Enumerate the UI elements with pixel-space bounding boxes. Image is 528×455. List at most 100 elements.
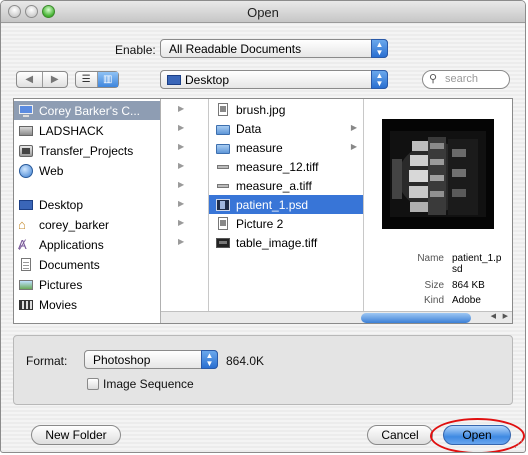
psd-file-icon — [215, 198, 231, 212]
image-file-icon — [215, 216, 231, 231]
disclosure-arrow-icon: ▶ — [178, 237, 185, 246]
disclosure-arrow-icon: ▶ — [350, 142, 357, 151]
scroll-left-arrow-icon[interactable]: ◀ — [491, 312, 496, 320]
search-field[interactable]: ⚲ search — [422, 70, 510, 89]
scroll-right-arrow-icon[interactable]: ▶ — [503, 312, 508, 320]
horizontal-scrollbar[interactable]: ◀ ▶ — [161, 311, 512, 323]
format-file-size: 864.0K — [226, 354, 265, 368]
server-icon — [18, 144, 34, 158]
popup-arrows-icon: ▲ ▼ — [371, 39, 388, 58]
sidebar-item-label: Corey Barker's C... — [39, 103, 140, 118]
home-icon: ⌂ — [18, 216, 26, 232]
list-view-button[interactable]: ☰ — [76, 72, 97, 87]
file-item-measure-12[interactable]: measure_12.tiff — [209, 157, 363, 176]
column-view-button[interactable]: ▥ — [96, 72, 118, 87]
forward-button[interactable]: ▶ — [41, 72, 68, 87]
enable-label: Enable: — [115, 43, 156, 57]
files-column: brush.jpg Data ▶ measure ▶ measure_12.ti… — [209, 99, 364, 323]
preview-pane: Name patient_1.p sd Size 864 KB Kind Ado… — [364, 99, 512, 323]
resize-grip-icon[interactable]: ⋰ — [514, 439, 523, 450]
new-folder-button[interactable]: New Folder — [31, 425, 121, 445]
preview-name-label: Name — [417, 253, 444, 264]
sidebar-item-label: Web — [39, 163, 64, 178]
file-item-data-folder[interactable]: Data ▶ — [209, 119, 363, 138]
desktop-icon — [18, 198, 34, 212]
globe-icon — [18, 163, 34, 178]
sidebar-item-home[interactable]: ⌂ corey_barker — [14, 215, 160, 234]
search-placeholder: search — [445, 73, 479, 85]
desktop-icon — [167, 75, 181, 85]
file-item-measure-a[interactable]: measure_a.tiff — [209, 176, 363, 195]
file-item-patient-1[interactable]: patient_1.psd — [209, 195, 363, 214]
tiff-file-icon — [215, 160, 231, 174]
sidebar-item-movies[interactable]: Movies — [14, 295, 160, 314]
sidebar-item-web[interactable]: Web — [14, 161, 160, 180]
disclosure-arrow-icon: ▶ — [178, 142, 185, 151]
sidebar-item-label: Applications — [39, 237, 104, 252]
tiff-file-icon — [215, 236, 231, 250]
tiff-file-icon — [215, 179, 231, 193]
cancel-button[interactable]: Cancel — [367, 425, 433, 445]
file-item-picture-2[interactable]: Picture 2 — [209, 214, 363, 233]
window-title: Open — [247, 5, 279, 20]
enable-popup[interactable]: All Readable Documents ▲ ▼ — [160, 39, 388, 58]
file-name: measure_a.tiff — [236, 178, 312, 193]
sidebar-item-documents[interactable]: Documents — [14, 255, 160, 274]
sidebar-item-label: Desktop — [39, 197, 84, 212]
preview-kind-label: Kind — [423, 295, 444, 306]
sidebar-item-desktop[interactable]: Desktop — [14, 195, 160, 214]
preview-size-label: Size — [424, 280, 444, 291]
view-mode-control: ☰ ▥ — [75, 71, 119, 88]
sidebar: Corey Barker's C... LADSHACK Transfer_Pr… — [14, 99, 161, 323]
sidebar-item-applications[interactable]: Ⱥ Applications — [14, 235, 160, 254]
sidebar-item-label: Documents — [39, 257, 100, 272]
file-name: brush.jpg — [236, 102, 286, 117]
sidebar-item-computer[interactable]: Corey Barker's C... — [14, 101, 160, 120]
scrollbar-thumb[interactable] — [361, 313, 471, 323]
file-name: measure_12.tiff — [236, 159, 319, 174]
location-popup[interactable]: Desktop ▲ ▼ — [160, 70, 388, 89]
disclosure-arrow-icon: ▶ — [178, 123, 185, 132]
open-dialog: Open Enable: All Readable Documents ▲ ▼ ◀… — [0, 0, 526, 453]
image-file-icon — [215, 102, 231, 117]
folder-icon — [215, 141, 231, 155]
sidebar-item-ladshack[interactable]: LADSHACK — [14, 121, 160, 140]
format-value: Photoshop — [93, 353, 151, 367]
file-item-table-image[interactable]: table_image.tiff — [209, 233, 363, 252]
disclosure-arrow-icon: ▶ — [178, 218, 185, 227]
disclosure-arrow-icon: ▶ — [178, 161, 185, 170]
disclosure-arrow-icon: ▶ — [178, 104, 185, 113]
format-popup[interactable]: Photoshop ▲ ▼ — [84, 350, 218, 369]
annotation-highlight-ring — [430, 418, 525, 452]
sidebar-item-label: Pictures — [39, 277, 83, 292]
sidebar-item-label: Transfer_Projects — [39, 143, 134, 158]
popup-arrows-icon: ▲ ▼ — [371, 70, 388, 89]
preview-name-value-wrap: sd — [452, 264, 463, 275]
disclosure-arrow-icon: ▶ — [178, 199, 185, 208]
file-item-measure-folder[interactable]: measure ▶ — [209, 138, 363, 157]
file-name: patient_1.psd — [236, 197, 309, 212]
applications-icon: Ⱥ — [18, 236, 27, 252]
format-panel: Format: Photoshop ▲ ▼ 864.0K Image Sequen… — [13, 335, 513, 405]
popup-arrows-icon: ▲ ▼ — [201, 350, 218, 369]
sidebar-item-transfer-projects[interactable]: Transfer_Projects — [14, 141, 160, 160]
sidebar-item-label: corey_barker — [39, 217, 110, 232]
preview-size-value: 864 KB — [452, 280, 485, 291]
disclosure-arrow-icon: ▶ — [178, 180, 185, 189]
parent-column: ▶ ▶ ▶ ▶ ▶ ▶ ▶ ▶ — [162, 99, 209, 323]
preview-kind-value: Adobe — [452, 295, 481, 306]
file-name: Data — [236, 121, 262, 136]
back-button[interactable]: ◀ — [17, 72, 42, 87]
sidebar-item-label: Movies — [39, 297, 78, 312]
mri-spine-image — [382, 119, 494, 229]
sidebar-item-label: LADSHACK — [39, 123, 104, 138]
sidebar-item-pictures[interactable]: Pictures — [14, 275, 160, 294]
magnifier-icon: ⚲ — [429, 73, 438, 85]
computer-icon — [18, 104, 34, 118]
file-browser: Corey Barker's C... LADSHACK Transfer_Pr… — [13, 98, 513, 324]
file-item-brush[interactable]: brush.jpg — [209, 100, 363, 119]
history-nav: ◀ ▶ — [16, 71, 68, 88]
file-name: measure — [236, 140, 283, 155]
title-bar: Open — [1, 1, 525, 23]
image-sequence-checkbox[interactable] — [87, 378, 99, 390]
